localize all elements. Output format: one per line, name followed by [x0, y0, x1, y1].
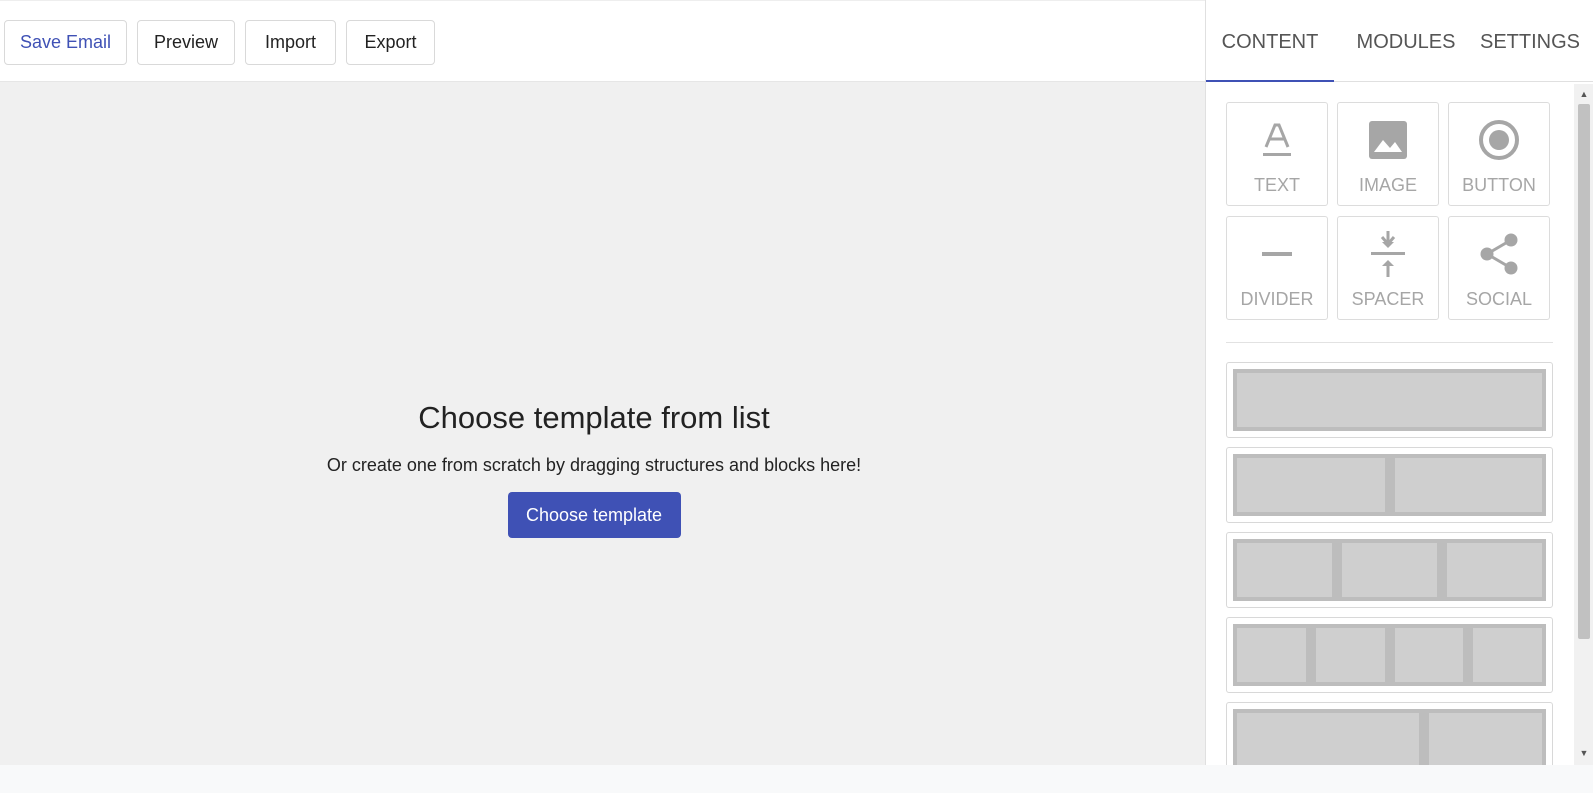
structure-column — [1237, 543, 1332, 597]
structure-3-columns[interactable] — [1226, 532, 1553, 608]
email-editor: Save Email Preview Import Export Choose … — [0, 0, 1593, 765]
export-button[interactable]: Export — [346, 20, 435, 65]
spacer-block-label: SPACER — [1351, 289, 1425, 309]
structure-column — [1473, 628, 1542, 682]
button-icon — [1449, 115, 1549, 165]
divider-icon — [1227, 229, 1327, 279]
divider-block-label: DIVIDER — [1240, 289, 1314, 309]
tab-content[interactable]: CONTENT — [1206, 0, 1334, 82]
spacer-block[interactable]: SPACER — [1337, 216, 1439, 320]
structure-2-columns-wide[interactable] — [1226, 702, 1553, 765]
structure-column — [1237, 458, 1385, 512]
divider-block[interactable]: DIVIDER — [1226, 216, 1328, 320]
structure-column — [1237, 713, 1419, 765]
image-block-label: IMAGE — [1358, 175, 1417, 195]
scroll-down-arrow-icon[interactable]: ▼ — [1574, 745, 1593, 761]
text-icon — [1227, 115, 1327, 165]
empty-state: Choose template from list Or create one … — [0, 402, 1188, 538]
structure-1-column[interactable] — [1226, 362, 1553, 438]
tab-modules[interactable]: MODULES — [1346, 0, 1466, 82]
import-button[interactable]: Import — [245, 20, 336, 65]
side-panel: CONTENT MODULES SETTINGS TEXT IMAGE BUTT… — [1205, 0, 1593, 765]
panel-divider — [1226, 342, 1553, 343]
structure-column — [1342, 543, 1437, 597]
structure-column — [1315, 628, 1385, 682]
email-canvas[interactable]: Choose template from list Or create one … — [0, 82, 1205, 765]
structure-column — [1447, 543, 1542, 597]
scrollbar-thumb[interactable] — [1578, 104, 1590, 639]
panel-scrollbar[interactable]: ▲ ▼ — [1574, 84, 1593, 765]
empty-state-subtitle: Or create one from scratch by dragging s… — [326, 455, 862, 475]
save-email-button[interactable]: Save Email — [4, 20, 127, 65]
text-block-label: TEXT — [1253, 175, 1300, 195]
structure-column — [1237, 628, 1306, 682]
toolbar: Save Email Preview Import Export — [0, 0, 1205, 82]
structure-4-columns[interactable] — [1226, 617, 1553, 693]
structure-column — [1237, 373, 1542, 427]
image-icon — [1338, 115, 1438, 165]
social-block-label: SOCIAL — [1465, 289, 1533, 309]
image-block[interactable]: IMAGE — [1337, 102, 1439, 206]
empty-state-title: Choose template from list — [418, 400, 770, 435]
structure-column — [1394, 628, 1464, 682]
structure-column — [1428, 713, 1542, 765]
structure-2-columns[interactable] — [1226, 447, 1553, 523]
button-block-label: BUTTON — [1462, 175, 1536, 195]
structure-column — [1394, 458, 1542, 512]
panel-tabs: CONTENT MODULES SETTINGS — [1206, 0, 1593, 82]
scroll-up-arrow-icon[interactable]: ▲ — [1574, 86, 1593, 102]
button-block[interactable]: BUTTON — [1448, 102, 1550, 206]
social-block[interactable]: SOCIAL — [1448, 216, 1550, 320]
preview-button[interactable]: Preview — [137, 20, 235, 65]
text-block[interactable]: TEXT — [1226, 102, 1328, 206]
share-icon — [1449, 229, 1549, 279]
spacer-icon — [1338, 229, 1438, 279]
tab-settings[interactable]: SETTINGS — [1478, 0, 1582, 82]
choose-template-button[interactable]: Choose template — [507, 492, 681, 538]
